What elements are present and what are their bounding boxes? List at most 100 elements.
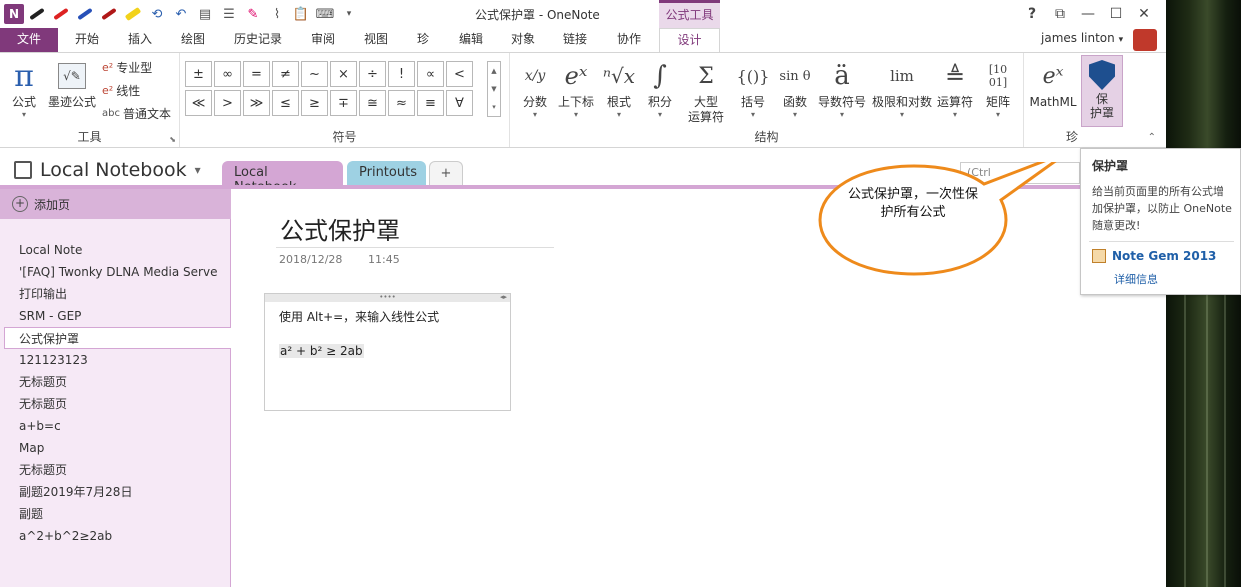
function-button[interactable]: sin θ 函数 ▾ <box>776 57 814 120</box>
tab-history[interactable]: 历史记录 <box>222 28 294 52</box>
equation[interactable]: a² + b² ≥ 2ab <box>279 344 364 358</box>
symbol-proportional[interactable]: ∝ <box>417 61 444 87</box>
avatar[interactable] <box>1133 29 1157 51</box>
section-tab-local-notebook[interactable]: Local Notebook <box>222 161 343 195</box>
undo-icon[interactable]: ↶ <box>170 4 192 24</box>
tab-cooperation[interactable]: 协作 <box>604 28 654 52</box>
page-item[interactable]: 副题2019年7月28日 <box>0 481 231 503</box>
symbol-much-less[interactable]: ≪ <box>185 90 212 116</box>
pen-red-icon[interactable] <box>50 4 72 24</box>
symbol-not-equal[interactable]: ≠ <box>272 61 299 87</box>
pen-black-icon[interactable] <box>26 4 48 24</box>
gallery-more-icon[interactable]: ▾ <box>492 103 496 111</box>
symbol-much-greater[interactable]: ≫ <box>243 90 270 116</box>
tab-gem[interactable]: 珍 <box>404 28 442 52</box>
linear-button[interactable]: e² 线性 <box>102 82 140 99</box>
paste-icon[interactable]: 📋 <box>290 4 312 24</box>
dock-icon[interactable]: ▤ <box>194 4 216 24</box>
page-item[interactable]: a+b=c <box>0 415 231 437</box>
matrix-button[interactable]: [10 01] 矩阵 ▾ <box>978 57 1018 120</box>
page-item[interactable]: SRM - GEP <box>0 305 231 327</box>
tab-design[interactable]: 设计 <box>659 28 720 53</box>
scroll-up-icon[interactable]: ▲ <box>491 67 496 75</box>
note-resize-icon[interactable]: ◂▸ <box>500 294 507 301</box>
note-container[interactable]: •••• ◂▸ 使用 Alt+=，来输入线性公式 a² + b² ≥ 2ab <box>264 293 511 411</box>
tab-draw[interactable]: 绘图 <box>167 28 219 52</box>
page-item[interactable]: Local Note <box>0 239 231 261</box>
tooltip-more-link[interactable]: 详细信息 <box>1114 271 1158 287</box>
symbol-approx[interactable]: ≈ <box>388 90 415 116</box>
protect-button[interactable]: 保 护罩 <box>1081 55 1123 127</box>
large-operator-button[interactable]: Σ 大型 运算符 <box>682 57 730 125</box>
symbol-greater-equal[interactable]: ≥ <box>301 90 328 116</box>
pen-darkred-icon[interactable] <box>98 4 120 24</box>
mathml-button[interactable]: eˣ MathML <box>1027 57 1079 110</box>
page-item[interactable]: 无标题页 <box>0 371 231 393</box>
collapse-ribbon-icon[interactable]: ⌃ <box>1148 132 1156 143</box>
back-icon[interactable]: ⟲ <box>146 4 168 24</box>
attach-icon[interactable]: ⌇ <box>266 4 288 24</box>
tab-view[interactable]: 视图 <box>352 28 400 52</box>
highlighter-icon[interactable] <box>122 4 144 24</box>
keyboard-icon[interactable]: ⌨ <box>314 4 336 24</box>
maximize-icon[interactable]: ☐ <box>1102 3 1130 25</box>
normal-text-button[interactable]: abc 普通文本 <box>102 105 171 122</box>
radical-button[interactable]: ⁿ√x 根式 ▾ <box>600 57 638 120</box>
customize-qat-icon[interactable]: ▾ <box>338 4 360 24</box>
tools-launcher-icon[interactable]: ⬊ <box>169 135 176 144</box>
section-tab-printouts[interactable]: Printouts <box>347 161 426 187</box>
script-button[interactable]: eˣ 上下标 ▾ <box>556 57 596 120</box>
symbol-minus-plus[interactable]: ∓ <box>330 90 357 116</box>
page-item[interactable]: 无标题页 <box>0 393 231 415</box>
symbol-infinity[interactable]: ∞ <box>214 61 241 87</box>
tab-file[interactable]: 文件 <box>0 28 58 52</box>
symbol-equals[interactable]: = <box>243 61 270 87</box>
tab-review[interactable]: 审阅 <box>298 28 348 52</box>
tab-object[interactable]: 对象 <box>500 28 546 52</box>
scroll-down-icon[interactable]: ▼ <box>491 85 496 93</box>
symbol-times[interactable]: × <box>330 61 357 87</box>
page-item-selected[interactable]: 公式保护罩 <box>4 327 231 349</box>
operator-button[interactable]: ≜ 运算符 ▾ <box>934 57 976 120</box>
symbol-plus-minus[interactable]: ± <box>185 61 212 87</box>
tab-insert[interactable]: 插入 <box>115 28 165 52</box>
note-drag-handle[interactable]: •••• ◂▸ <box>265 294 510 302</box>
eraser-icon[interactable]: ✎ <box>242 4 264 24</box>
page-item[interactable]: 121123123 <box>0 349 231 371</box>
symbol-identical[interactable]: ≡ <box>417 90 444 116</box>
minimize-icon[interactable]: — <box>1074 3 1102 25</box>
add-page-button[interactable]: + 添加页 <box>0 189 231 219</box>
tab-home[interactable]: 开始 <box>62 28 112 52</box>
fraction-button[interactable]: x/y 分数 ▾ <box>518 57 552 120</box>
page-item[interactable]: 副题 <box>0 503 231 525</box>
page-view-icon[interactable]: ☰ <box>218 4 240 24</box>
pen-blue-icon[interactable] <box>74 4 96 24</box>
add-section-button[interactable]: + <box>429 161 463 187</box>
page-title[interactable]: 公式保护罩 <box>280 211 400 246</box>
accent-button[interactable]: ä 导数符号 ▾ <box>816 57 868 120</box>
limit-log-button[interactable]: lim 极限和对数 ▾ <box>870 57 934 120</box>
user-name[interactable]: james linton ▾ <box>1041 31 1123 45</box>
professional-button[interactable]: e² 专业型 <box>102 59 152 76</box>
symbol-less-than[interactable]: < <box>446 61 473 87</box>
symbol-gallery-scroll[interactable]: ▲ ▼ ▾ <box>487 61 501 117</box>
page-item[interactable]: 打印输出 <box>0 283 231 305</box>
symbol-less-equal[interactable]: ≤ <box>272 90 299 116</box>
page-item[interactable]: '[FAQ] Twonky DLNA Media Serve <box>0 261 231 283</box>
symbol-for-all[interactable]: ∀ <box>446 90 473 116</box>
integral-button[interactable]: ∫ 积分 ▾ <box>642 57 678 120</box>
help-icon[interactable]: ? <box>1018 3 1046 25</box>
symbol-factorial[interactable]: ! <box>388 61 415 87</box>
close-icon[interactable]: ✕ <box>1130 3 1158 25</box>
symbol-divide[interactable]: ÷ <box>359 61 386 87</box>
symbol-congruent[interactable]: ≅ <box>359 90 386 116</box>
symbol-tilde[interactable]: ~ <box>301 61 328 87</box>
tab-edit[interactable]: 编辑 <box>446 28 496 52</box>
onenote-logo-icon[interactable]: N <box>4 4 24 24</box>
ink-formula-button[interactable]: √✎ 墨迹公式 <box>46 57 98 110</box>
symbol-greater-than[interactable]: > <box>214 90 241 116</box>
formula-button[interactable]: π 公式 ▾ <box>6 57 42 120</box>
page-item[interactable]: a^2+b^2≥2ab <box>0 525 231 547</box>
note-text[interactable]: 使用 Alt+=，来输入线性公式 <box>279 308 439 325</box>
tab-link[interactable]: 链接 <box>550 28 600 52</box>
